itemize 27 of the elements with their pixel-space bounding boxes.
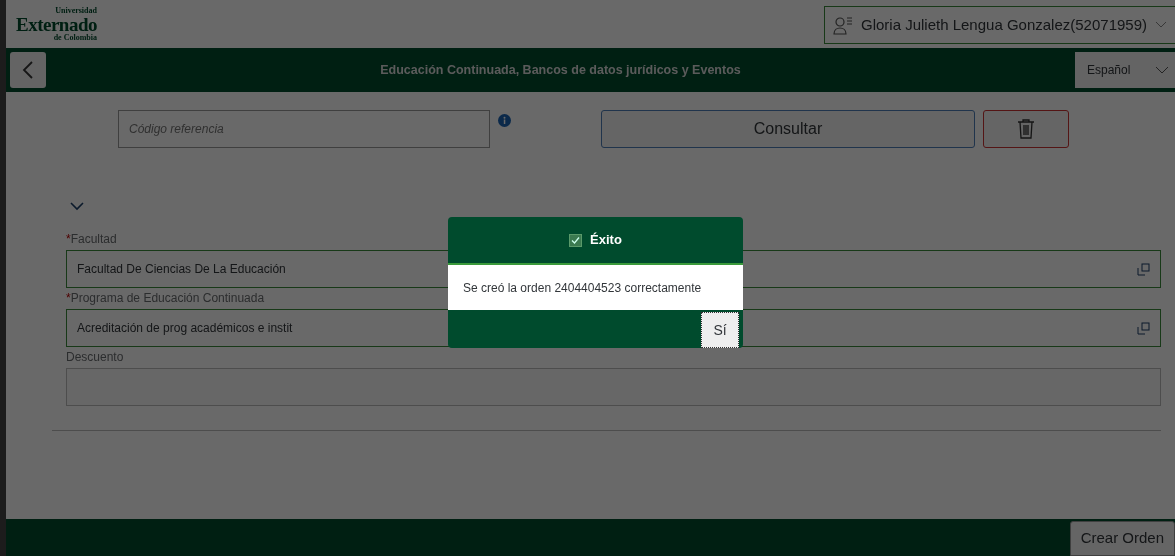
dialog-title: Éxito	[590, 231, 622, 250]
required-marker: *	[66, 290, 71, 307]
field-label: Descuento	[66, 349, 124, 366]
field-label: Facultad	[70, 231, 117, 248]
reference-code-field[interactable]: Código referencia	[118, 110, 490, 148]
value-help-icon[interactable]	[1137, 262, 1150, 276]
field-label: Programa de Educación Continuada	[70, 290, 265, 307]
info-icon[interactable]	[498, 114, 511, 127]
required-marker: *	[66, 231, 71, 248]
dialog-message: Se creó la orden 2404404523 correctamente	[463, 279, 702, 297]
logo-subtitle: de Colombia	[53, 33, 97, 42]
create-order-button[interactable]: Crear Orden	[1069, 521, 1175, 556]
logo-wordmark: Externado	[16, 14, 97, 34]
page-title: Educación Continuada, Bancos de datos jurídicos y Eventos	[380, 61, 741, 79]
trash-icon	[1017, 119, 1035, 139]
back-button[interactable]	[10, 52, 46, 88]
delete-button[interactable]	[983, 110, 1069, 148]
logo-subtitle: Universidad	[55, 6, 97, 15]
user-menu[interactable]: Gloria Julieth Lengua Gonzalez(52071959)	[823, 6, 1175, 44]
caret-icon	[1155, 21, 1167, 29]
chevron-icon[interactable]	[70, 202, 84, 211]
checkbox-icon	[569, 233, 583, 247]
consult-button[interactable]: Consultar	[601, 110, 975, 148]
caret-icon	[1155, 66, 1169, 74]
language-select[interactable]: Español	[1075, 52, 1175, 88]
user-icon	[832, 15, 853, 35]
input-field[interactable]	[66, 368, 1161, 406]
